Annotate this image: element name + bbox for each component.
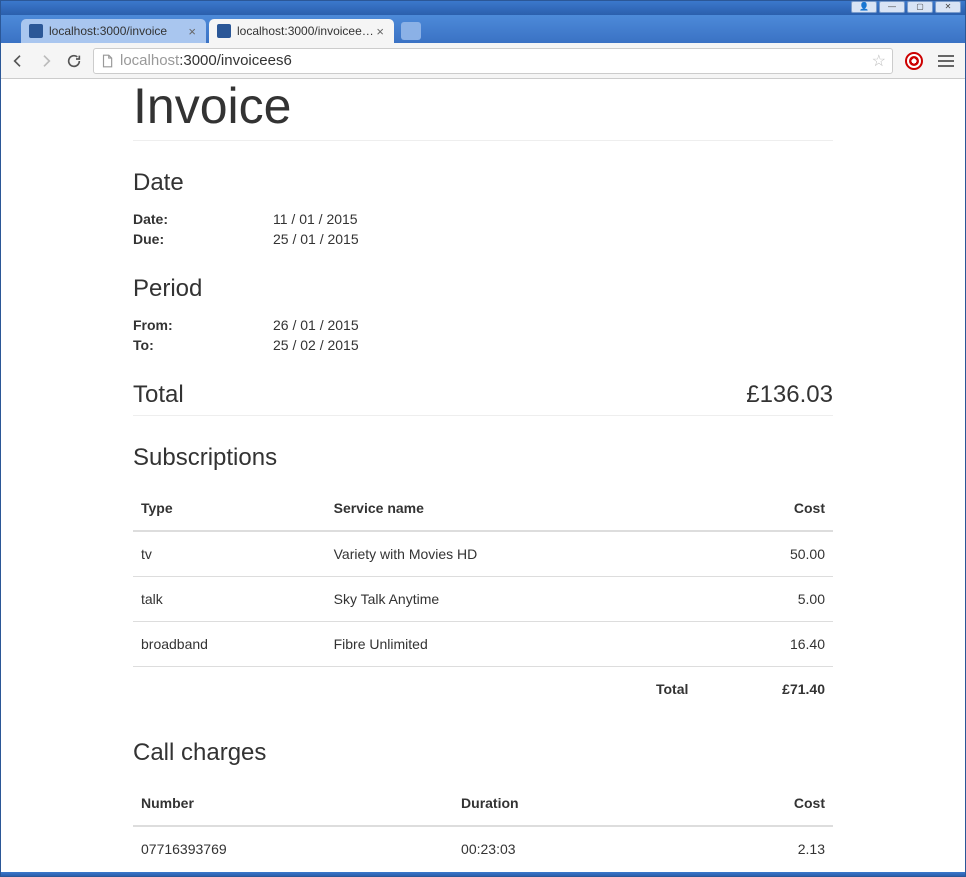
period-heading: Period: [133, 275, 833, 303]
to-value: 25 / 02 / 2015: [273, 337, 833, 353]
address-bar[interactable]: localhost:3000/invoicees6 ☆: [93, 48, 893, 74]
favicon-icon: [217, 24, 231, 38]
url-path: :3000/invoicees6: [179, 52, 292, 69]
bookmark-star-icon[interactable]: ☆: [872, 51, 886, 71]
due-label: Due:: [133, 231, 273, 247]
back-button[interactable]: [9, 52, 27, 70]
browser-toolbar: localhost:3000/invoicees6 ☆: [1, 43, 965, 79]
total-value: £136.03: [746, 381, 833, 409]
browser-tab[interactable]: localhost:3000/invoicees6 ×: [209, 19, 394, 43]
subscriptions-table: Type Service name Cost tv Variety with M…: [133, 486, 833, 711]
user-button[interactable]: 👤: [851, 1, 877, 13]
close-icon[interactable]: ×: [186, 24, 198, 39]
close-icon[interactable]: ×: [374, 24, 386, 39]
page-icon: [100, 53, 114, 69]
col-type: Type: [133, 486, 326, 531]
table-row: broadband Fibre Unlimited 16.40: [133, 622, 833, 667]
call-charges-heading: Call charges: [133, 739, 833, 767]
to-label: To:: [133, 337, 273, 353]
col-name: Service name: [326, 486, 697, 531]
total-label: Total: [133, 381, 184, 409]
from-value: 26 / 01 / 2015: [273, 317, 833, 333]
maximize-button[interactable]: ▢: [907, 1, 933, 13]
forward-button[interactable]: [37, 52, 55, 70]
date-label: Date:: [133, 211, 273, 227]
date-heading: Date: [133, 169, 833, 197]
tab-title: localhost:3000/invoicees6: [237, 24, 374, 38]
favicon-icon: [29, 24, 43, 38]
reload-button[interactable]: [65, 52, 83, 70]
subscriptions-heading: Subscriptions: [133, 444, 833, 472]
minimize-button[interactable]: —: [879, 1, 905, 13]
table-row: tv Variety with Movies HD 50.00: [133, 531, 833, 577]
close-button[interactable]: ✕: [935, 1, 961, 13]
call-charges-table: Number Duration Cost 07716393769 00:23:0…: [133, 781, 833, 871]
col-number: Number: [133, 781, 453, 826]
window-titlebar: 👤 — ▢ ✕: [1, 1, 965, 15]
tab-title: localhost:3000/invoice: [49, 24, 186, 38]
new-tab-button[interactable]: [401, 22, 421, 40]
col-cost: Cost: [696, 486, 833, 531]
menu-button[interactable]: [935, 50, 957, 72]
page-title: Invoice: [133, 79, 833, 141]
page-content[interactable]: Invoice Date Date: 11 / 01 / 2015 Due: 2…: [1, 79, 965, 872]
table-row: talk Sky Talk Anytime 5.00: [133, 577, 833, 622]
table-row: 07716393769 00:23:03 2.13: [133, 826, 833, 871]
col-duration: Duration: [453, 781, 685, 826]
date-list: Date: 11 / 01 / 2015 Due: 25 / 01 / 2015: [133, 211, 833, 247]
period-list: From: 26 / 01 / 2015 To: 25 / 02 / 2015: [133, 317, 833, 353]
adblock-icon: [905, 52, 923, 70]
subscriptions-total-row: Total £71.40: [133, 667, 833, 712]
tab-strip: localhost:3000/invoice × localhost:3000/…: [1, 15, 965, 43]
browser-tab[interactable]: localhost:3000/invoice ×: [21, 19, 206, 43]
from-label: From:: [133, 317, 273, 333]
due-value: 25 / 01 / 2015: [273, 231, 833, 247]
window-bottom-border: [1, 872, 965, 876]
grand-total-row: Total £136.03: [133, 381, 833, 416]
adblock-extension-button[interactable]: [903, 50, 925, 72]
date-value: 11 / 01 / 2015: [273, 211, 833, 227]
url-host: localhost: [120, 52, 179, 69]
col-cost: Cost: [685, 781, 833, 826]
